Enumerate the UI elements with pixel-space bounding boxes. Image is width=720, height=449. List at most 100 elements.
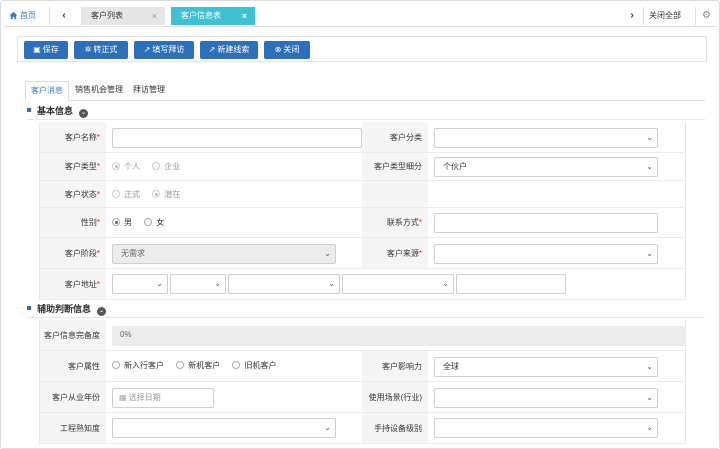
radio-company[interactable]: 企业 [152,162,180,171]
form-row: 客户状态 * 正式 潜在 [40,181,686,208]
section-title: 基本信息 [37,106,74,116]
home-link[interactable]: 首页 [9,9,36,23]
tab-label: 客户列表 [91,11,123,20]
chevron-down-icon: ⌄ [646,423,653,432]
radio-formal[interactable]: 正式 [112,190,140,199]
radio-new-machine[interactable]: 新机客户 [176,361,220,370]
new-lead-label: 新建线索 [217,45,250,54]
form-row: 客户类型 * 个人 企业 客户类型细分 个伙户 ⌄ [40,153,686,181]
radio-female[interactable]: 女 [144,218,164,227]
divider [695,7,696,25]
sub-tabs: 客户消息 销售机会管理 拜访管理 [25,77,705,101]
radio-new-industry[interactable]: 新入行客户 [112,361,164,370]
customer-name-input[interactable] [112,128,362,148]
customer-category-select[interactable]: ⌄ [434,128,658,148]
section-basic-info[interactable]: 基本信息 ⌄ [27,104,89,118]
section-marker [27,306,31,310]
field-label: 客户属性 [40,351,106,381]
tab-customer-list[interactable]: 客户列表 × [81,7,165,25]
chevron-down-icon: ⌄ [324,423,331,432]
tab-customer-message[interactable]: 客户消息 [25,81,69,101]
tab-next-button[interactable]: › [625,9,639,23]
gender-radios: 男 女 [112,216,174,230]
field-label: 客户来源 * [362,238,428,268]
chevron-down-icon: ⌄ [442,279,449,288]
close-all-button[interactable]: 关闭全部 [649,9,681,23]
section-aux-info[interactable]: 辅助判断信息 ⌄ [27,302,107,316]
form-row: 性别 * 男 女 联系方式 * [40,208,686,238]
fill-visit-button[interactable]: ↗ 填写拜访 [134,41,194,59]
close-circle-icon: ⊗ [274,45,282,54]
divider [49,7,50,25]
customer-type-sub-select[interactable]: 个伙户 ⌄ [434,157,658,177]
field-label: 性别 * [40,208,106,237]
radio-old-machine[interactable]: 旧机客户 [232,361,276,370]
tab-bar: 首页 ‹ 客户列表 × 客户信息表 × › 关闭全部 ⚙ [5,5,717,27]
field-label: 客户类型 * [40,153,106,180]
save-button-label: 保存 [42,45,59,54]
form-row: 客户从业年份 ▦ 选择日期 使用场景(行业) ⌄ [40,382,686,413]
chevron-down-icon: ⌄ [646,393,653,402]
chevron-down-icon: ⌄ [214,279,221,288]
save-icon: ▣ [33,45,41,54]
chevron-down-icon: ⌄ [156,279,163,288]
address-detail-input[interactable] [456,274,566,294]
field-label: 客户阶段 * [40,238,106,268]
address-city-select[interactable]: ⌄ [228,274,340,294]
convert-formal-button[interactable]: ✲ 转正式 [74,41,128,59]
form-row: 客户阶段 * 无需求 ⌄ 客户来源 * ⌄ [40,238,686,269]
divider [643,7,644,25]
chevron-down-icon[interactable]: ⌄ [79,109,89,118]
scene-select[interactable]: ⌄ [434,388,658,408]
radio-male[interactable]: 男 [112,218,132,227]
chevron-down-icon[interactable]: ⌄ [97,307,107,316]
influence-select[interactable]: 全球 ⌄ [434,357,658,377]
convert-formal-label: 转正式 [93,45,118,54]
section-title: 辅助判断信息 [37,304,92,314]
customer-stage-select[interactable]: 无需求 ⌄ [112,244,336,264]
chevron-down-icon: ⌄ [324,249,331,258]
address-province-select[interactable]: ⌄ [170,274,226,294]
divider [27,119,705,120]
save-button[interactable]: ▣ 保存 [24,41,68,59]
close-button[interactable]: ⊗ 关闭 [264,41,310,59]
customer-attr-radios: 新入行客户 新机客户 旧机客户 [112,359,286,373]
radio-potential[interactable]: 潜在 [152,190,180,199]
empty-label [362,181,428,207]
customer-source-select[interactable]: ⌄ [434,244,658,264]
aux-info-form: 客户信息完备度 0% 客户属性 新入行客户 新机客户 旧机客户 客户影响力 全球… [39,320,686,446]
form-row: 工程熟知度 ⌄ 手持设备级别 ⌄ [40,413,686,444]
tab-prev-button[interactable]: ‹ [57,9,71,23]
new-lead-button[interactable]: ↗ 新建线索 [200,41,258,59]
fill-visit-label: 填写拜访 [152,45,185,54]
form-row: 客户地址 * ⌄ ⌄ ⌄ ⌄ [40,269,686,300]
radio-personal[interactable]: 个人 [112,162,140,171]
address-country-select[interactable]: ⌄ [112,274,168,294]
chevron-down-icon: ⌄ [646,133,653,142]
chevron-down-icon: ⌄ [646,249,653,258]
close-icon[interactable]: × [242,7,247,25]
address-district-select[interactable]: ⌄ [342,274,454,294]
close-icon[interactable]: × [152,7,157,25]
home-label: 首页 [20,11,36,20]
tab-label: 客户信息表 [181,11,221,20]
contact-input[interactable] [434,213,658,233]
basic-info-form: 客户名称 * 客户分类 ⌄ 客户类型 * 个人 企业 客户类型细分 个伙户 ⌄ 客户状… [39,122,686,300]
equipment-select[interactable]: ⌄ [434,418,658,438]
field-label: 工程熟知度 [40,413,106,443]
engineering-select[interactable]: ⌄ [112,418,336,438]
chevron-down-icon: ⌄ [646,162,653,171]
field-label: 客户名称 * [40,122,106,152]
edit-icon: ↗ [208,45,216,54]
field-label: 客户类型细分 [362,153,428,180]
tab-sales-opportunity[interactable]: 销售机会管理 [71,81,127,101]
action-toolbar: ▣ 保存 ✲ 转正式 ↗ 填写拜访 ↗ 新建线索 ⊗ 关闭 [17,36,707,62]
field-label: 手持设备级别 [362,413,428,443]
date-picker-input[interactable]: ▦ 选择日期 [112,388,214,408]
form-row: 客户属性 新入行客户 新机客户 旧机客户 客户影响力 全球 ⌄ [40,351,686,382]
gear-icon[interactable]: ⚙ [702,9,714,23]
tab-visit-management[interactable]: 拜访管理 [129,81,169,101]
tab-customer-info[interactable]: 客户信息表 × [171,7,255,25]
chevron-down-icon: ⌄ [646,362,653,371]
completeness-field: 0% [112,326,686,346]
